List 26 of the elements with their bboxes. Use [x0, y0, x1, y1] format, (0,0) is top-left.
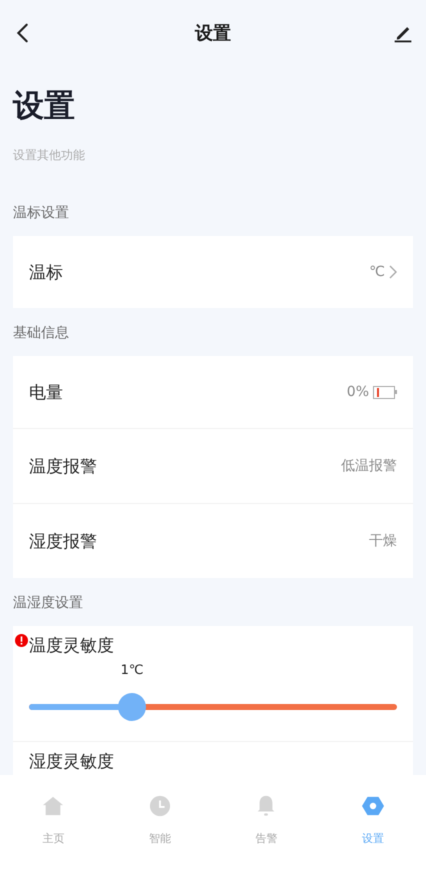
section-title: 温湿度设置: [13, 594, 84, 613]
row-label: 温标: [29, 262, 63, 284]
nav-tab[interactable]: 主页: [0, 775, 106, 875]
row-value: 干燥: [369, 532, 397, 550]
nav-tab[interactable]: 设置: [320, 775, 426, 875]
section-title: 基础信息: [13, 324, 70, 343]
nav-tab[interactable]: 告警: [213, 775, 320, 875]
header-title: 设置: [195, 22, 231, 44]
row-value: 低温报警: [341, 457, 397, 475]
page-subtitle: 设置其他功能: [13, 147, 86, 164]
slider-reading: 1℃: [120, 663, 144, 678]
row-label: 湿度报警: [29, 530, 97, 552]
settings-icon: [362, 795, 384, 817]
row-value: ℃: [369, 264, 385, 280]
row-label: 电量: [29, 382, 63, 404]
page-title: 设置: [13, 87, 76, 126]
chevron-right-icon: [389, 265, 397, 279]
slider-label: 湿度灵敏度: [29, 751, 114, 773]
row-label: 温度报警: [29, 456, 97, 478]
row-value: 0%: [346, 384, 369, 400]
battery-icon: [373, 386, 397, 398]
home-icon: [42, 795, 64, 817]
section-title: 温标设置: [13, 204, 70, 223]
nav-tab[interactable]: 智能: [106, 775, 213, 875]
slider-label: 温度灵敏度: [29, 635, 114, 657]
clock-icon: [148, 795, 171, 817]
